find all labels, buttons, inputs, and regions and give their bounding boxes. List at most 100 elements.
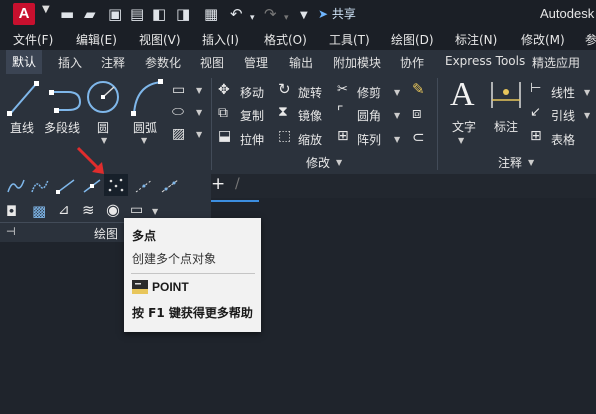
tab-output[interactable]: 输出	[289, 54, 313, 71]
menu-insert[interactable]: 插入(I)	[202, 31, 239, 48]
revision-cloud-icon[interactable]: ⊿	[58, 202, 70, 218]
new-file-icon[interactable]: ▬	[60, 4, 74, 24]
save-as-icon[interactable]: ▤	[130, 4, 144, 24]
fillet-dropdown-icon[interactable]: ▼	[394, 111, 400, 120]
fillet-label[interactable]: 圆角	[357, 107, 381, 124]
trim-label[interactable]: 修剪	[357, 84, 381, 101]
ray-icon[interactable]	[56, 178, 76, 194]
line-icon[interactable]	[6, 78, 40, 118]
boundary-icon[interactable]: ▭	[130, 202, 143, 218]
rotate-label[interactable]: 旋转	[298, 84, 322, 101]
menu-file[interactable]: 文件(F)	[13, 31, 53, 48]
leader-dropdown-icon[interactable]: ▼	[584, 111, 590, 120]
move-label[interactable]: 移动	[240, 84, 264, 101]
menu-parametric[interactable]: 参	[585, 31, 596, 48]
plot-icon[interactable]: ▦	[204, 4, 218, 24]
stretch-label[interactable]: 拉伸	[240, 131, 264, 148]
app-menu-chevron-icon[interactable]: ▼	[42, 4, 50, 15]
ellipse-icon[interactable]: ⬭	[172, 104, 184, 120]
tab-view[interactable]: 视图	[200, 54, 224, 71]
leader-label[interactable]: 引线	[551, 107, 575, 124]
table-label[interactable]: 表格	[551, 131, 575, 148]
text-dropdown-icon[interactable]: ▼	[458, 136, 464, 145]
polyline-icon[interactable]	[48, 82, 84, 116]
tab-parametric[interactable]: 参数化	[145, 54, 181, 71]
spline-fit-icon[interactable]	[6, 178, 26, 194]
share-button[interactable]: ➤ 共享	[318, 5, 356, 22]
array-label[interactable]: 阵列	[357, 131, 381, 148]
linear-label[interactable]: 线性	[551, 84, 575, 101]
donut-icon[interactable]: ◉	[106, 200, 120, 219]
undo-dropdown-icon[interactable]: ▾	[250, 8, 255, 28]
measure-icon[interactable]	[160, 178, 180, 194]
text-icon[interactable]: A	[450, 76, 475, 114]
scale-label[interactable]: 缩放	[298, 131, 322, 148]
tab-collaborate[interactable]: 协作	[400, 54, 424, 71]
array-icon[interactable]: ⊞	[337, 128, 349, 144]
array-dropdown-icon[interactable]: ▼	[394, 135, 400, 144]
region-icon[interactable]: ◘	[6, 204, 17, 220]
erase-icon[interactable]: ✎	[412, 80, 425, 98]
text-label[interactable]: 文字	[452, 118, 476, 135]
tab-addins[interactable]: 附加模块	[333, 54, 381, 71]
tab-insert[interactable]: 插入	[58, 54, 82, 71]
save-icon[interactable]: ▣	[108, 4, 122, 24]
copy-icon[interactable]: ⧉	[218, 105, 228, 121]
modify-panel-title[interactable]: 修改	[306, 154, 330, 171]
tab-annotate[interactable]: 注释	[101, 54, 125, 71]
rotate-icon[interactable]: ↻	[278, 80, 291, 98]
annotation-panel-title[interactable]: 注释	[498, 154, 522, 171]
polyline-label[interactable]: 多段线	[44, 119, 80, 136]
helix-icon[interactable]: ≋	[82, 201, 95, 219]
menu-draw[interactable]: 绘图(D)	[391, 31, 434, 48]
open-folder-icon[interactable]: ▰	[84, 4, 96, 24]
save-web-icon[interactable]: ◨	[176, 4, 190, 24]
wipeout-icon[interactable]: ▩	[32, 202, 46, 220]
hatch-dropdown-icon[interactable]: ▼	[196, 130, 202, 139]
circle-label[interactable]: 圆	[97, 119, 109, 136]
pin-icon[interactable]: ⊣	[6, 225, 16, 238]
tab-featured-apps[interactable]: 精选应用	[532, 54, 580, 71]
arc-dropdown-icon[interactable]: ▼	[141, 136, 147, 145]
menu-view[interactable]: 视图(V)	[139, 31, 181, 48]
ellipse-dropdown-icon[interactable]: ▼	[196, 108, 202, 117]
redo-icon[interactable]: ↷	[264, 4, 277, 24]
customize-qat-icon[interactable]: ▼	[300, 6, 308, 26]
menu-edit[interactable]: 编辑(E)	[76, 31, 117, 48]
menu-format[interactable]: 格式(O)	[264, 31, 307, 48]
boundary-dropdown-icon[interactable]: ▼	[152, 207, 158, 216]
menu-modify[interactable]: 修改(M)	[521, 31, 565, 48]
tab-manage[interactable]: 管理	[244, 54, 268, 71]
draw-panel-title[interactable]: 绘图	[94, 225, 118, 242]
tab-default[interactable]: 默认	[6, 50, 43, 74]
line-label[interactable]: 直线	[10, 119, 34, 136]
scale-icon[interactable]: ⬚	[278, 128, 291, 144]
arc-icon[interactable]	[130, 78, 164, 118]
trim-icon[interactable]: ✂	[337, 82, 348, 97]
menu-dimension[interactable]: 标注(N)	[455, 31, 497, 48]
copy-label[interactable]: 复制	[240, 107, 264, 124]
tab-express-tools[interactable]: Express Tools	[445, 54, 525, 68]
annotation-panel-dropdown-icon[interactable]: ▼	[528, 158, 534, 167]
stretch-icon[interactable]: ⬓	[218, 128, 231, 144]
table-icon[interactable]: ⊞	[530, 128, 542, 144]
new-tab-button[interactable]: +	[211, 174, 225, 194]
modify-panel-dropdown-icon[interactable]: ▼	[336, 158, 342, 167]
dimension-icon[interactable]	[489, 80, 523, 110]
mirror-label[interactable]: 镜像	[298, 107, 322, 124]
mirror-icon[interactable]: ⧗	[278, 104, 288, 120]
hatch-icon[interactable]: ▨	[172, 126, 185, 142]
leader-icon[interactable]: ↙	[530, 105, 541, 120]
dimension-label[interactable]: 标注	[494, 118, 518, 135]
spline-cv-icon[interactable]	[30, 178, 50, 194]
circle-icon[interactable]	[86, 78, 120, 116]
drawing-canvas[interactable]	[211, 174, 596, 414]
arc-label[interactable]: 圆弧	[133, 119, 157, 136]
divide-icon[interactable]	[134, 178, 154, 194]
construction-line-icon[interactable]	[82, 178, 102, 194]
menu-tools[interactable]: 工具(T)	[329, 31, 370, 48]
redo-dropdown-icon[interactable]: ▾	[284, 8, 289, 28]
fillet-icon[interactable]: ⌜	[337, 104, 344, 120]
undo-icon[interactable]: ↶	[230, 4, 243, 24]
open-web-icon[interactable]: ◧	[152, 4, 166, 24]
